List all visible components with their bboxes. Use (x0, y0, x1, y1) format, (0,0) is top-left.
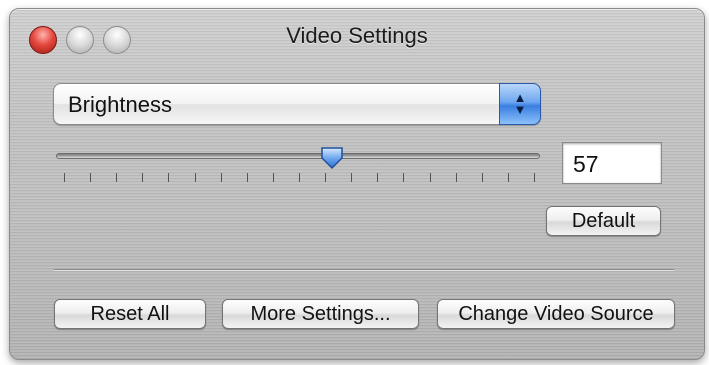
window-title: Video Settings (286, 23, 428, 48)
slider-tick (246, 173, 248, 182)
brightness-slider-track[interactable] (56, 153, 540, 159)
reset-all-label: Reset All (90, 302, 170, 325)
reset-all-button[interactable]: Reset All (54, 299, 206, 329)
slider-tick (534, 173, 535, 182)
default-button[interactable]: Default (546, 206, 661, 236)
slider-tick (455, 173, 457, 182)
brightness-value-text: 57 (573, 151, 599, 177)
title-bar[interactable]: Video Settings (10, 9, 704, 59)
separator-line (54, 269, 674, 271)
slider-tick (377, 173, 379, 182)
popup-arrows-icon[interactable]: ▲ ▼ (499, 83, 541, 125)
brightness-slider-thumb[interactable] (320, 146, 344, 170)
slider-tick (429, 173, 431, 182)
slider-tick (507, 173, 509, 182)
slider-tick (64, 173, 65, 182)
slider-tick (481, 173, 483, 182)
default-button-label: Default (571, 209, 636, 232)
slider-tick (142, 173, 144, 182)
slider-tick (325, 173, 327, 182)
slider-tick-marks (64, 173, 535, 183)
video-settings-window: Video Settings Brightness ▲ ▼ 57 Default … (9, 8, 705, 360)
slider-tick (351, 173, 353, 182)
change-video-source-button[interactable]: Change Video Source (437, 299, 675, 329)
brightness-value-field[interactable]: 57 (562, 142, 662, 184)
slider-tick (220, 173, 222, 182)
more-settings-button[interactable]: More Settings... (222, 299, 419, 329)
slider-tick (168, 173, 170, 182)
slider-tick (116, 173, 118, 182)
slider-tick (90, 173, 92, 182)
slider-tick (299, 173, 300, 182)
slider-tick (194, 173, 196, 182)
change-video-source-label: Change Video Source (458, 302, 654, 325)
slider-tick (403, 173, 405, 182)
slider-tick (272, 173, 274, 182)
setting-popup-menu[interactable]: Brightness ▲ ▼ (53, 83, 541, 125)
popup-selected-label: Brightness (68, 92, 172, 117)
more-settings-label: More Settings... (250, 302, 391, 325)
